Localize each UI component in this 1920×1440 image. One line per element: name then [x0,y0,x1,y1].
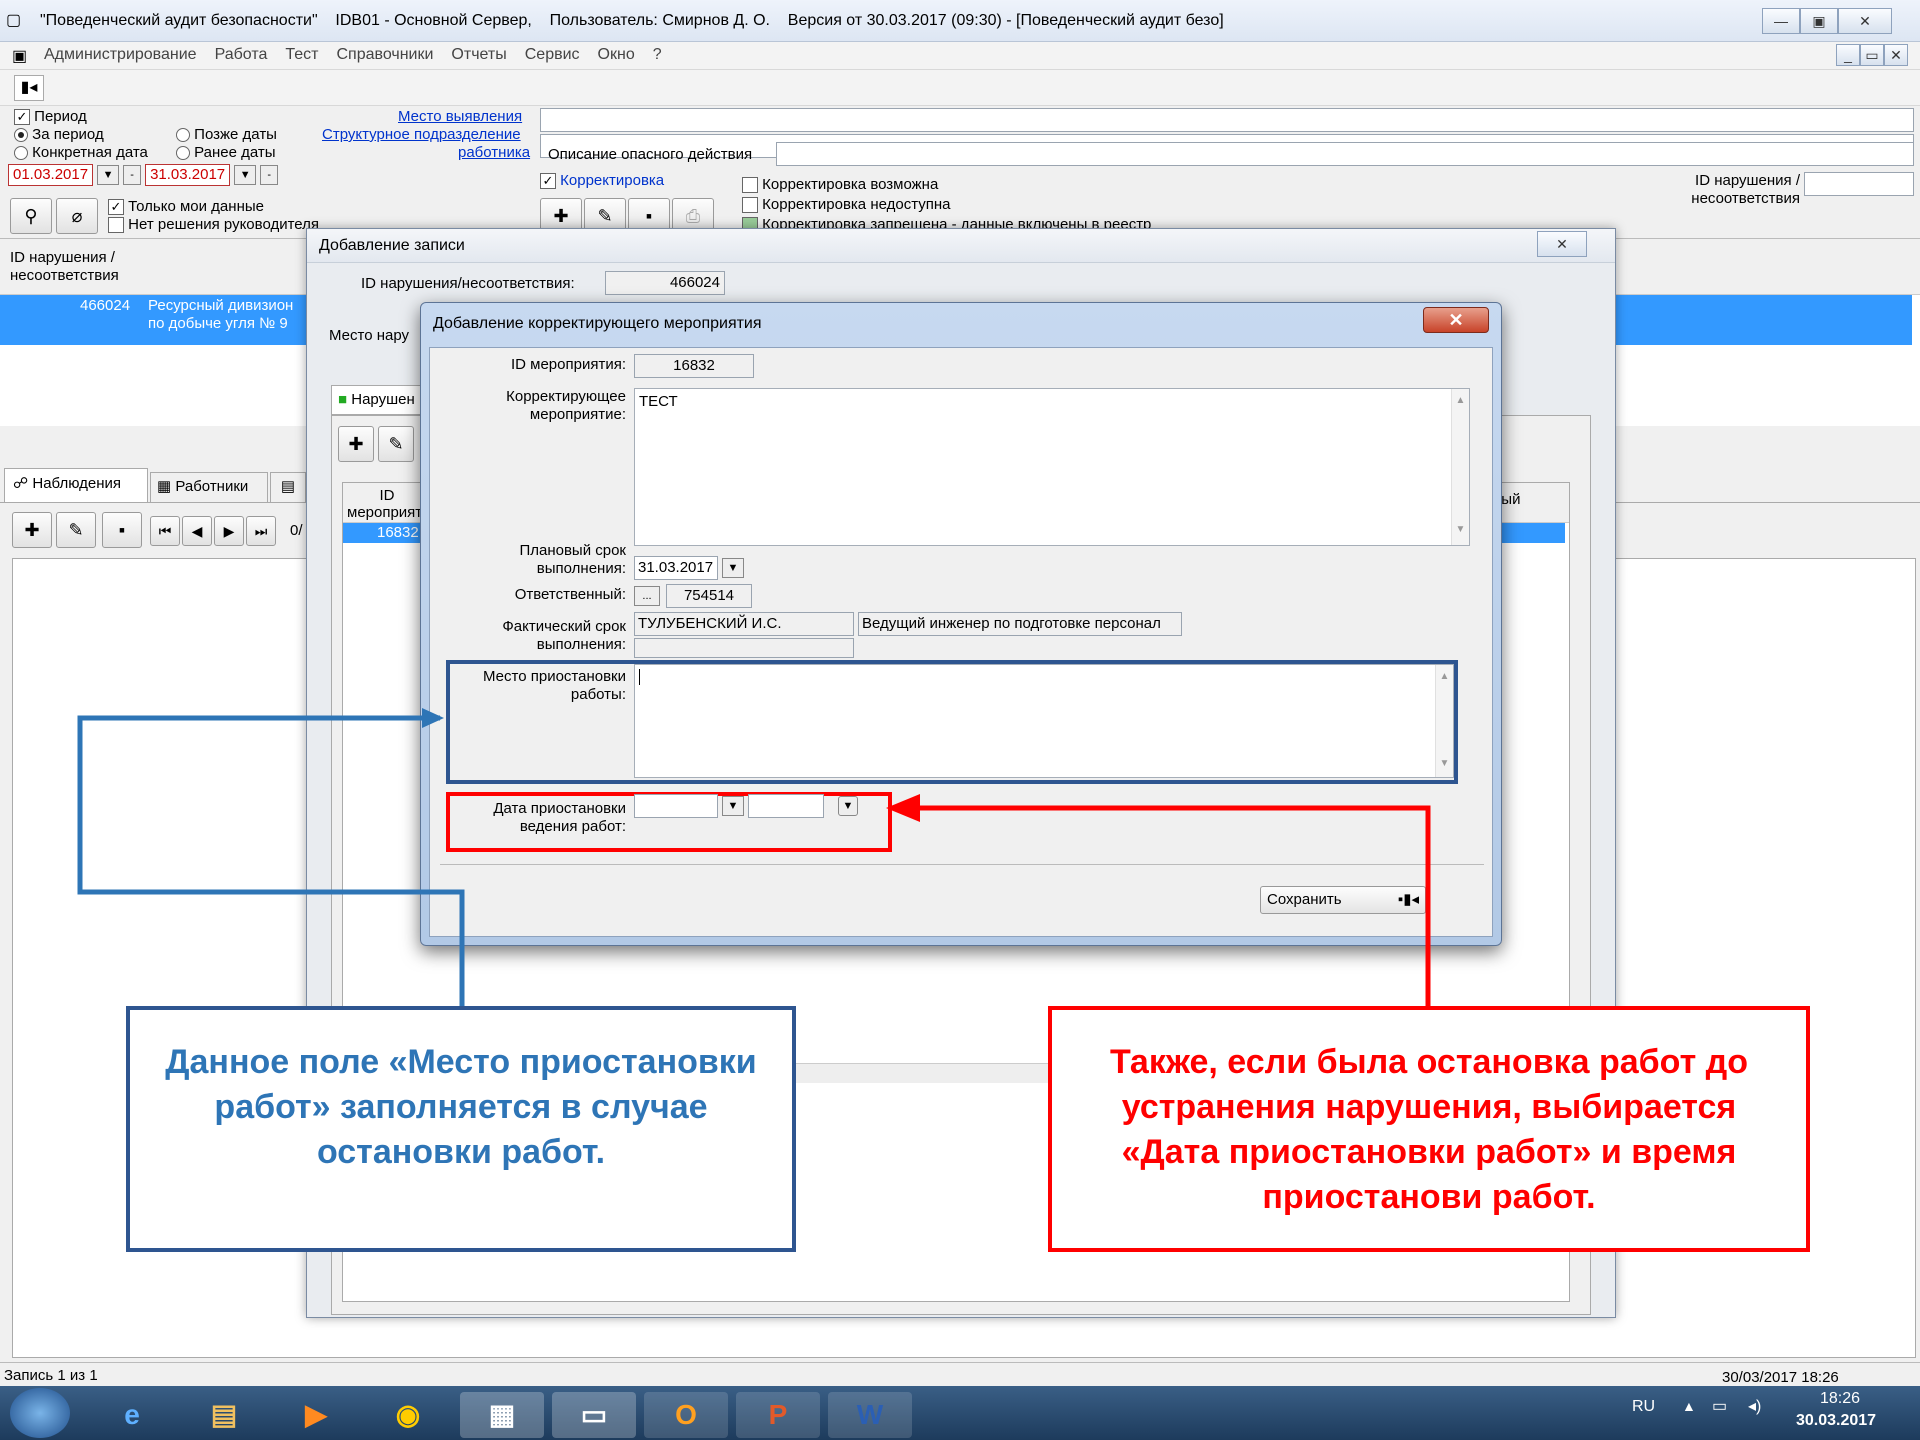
red-arrowhead [886,794,920,822]
blue-callout: Данное поле «Место приостановки работ» з… [126,1006,796,1252]
blue-arrowhead [422,708,444,728]
red-arrow-line [900,805,1431,1008]
volume-icon[interactable]: ◂) [1748,1396,1761,1416]
language-indicator[interactable]: RU [1632,1398,1655,1416]
network-icon[interactable]: ▭ [1712,1396,1727,1416]
blue-callout-text: Данное поле «Место приостановки работ» з… [165,1043,757,1171]
clock-date[interactable]: 30.03.2017 [1796,1412,1876,1430]
red-callout: Также, если была остановка работ до устр… [1048,1006,1810,1252]
tray-expand-icon[interactable]: ▲ [1682,1398,1696,1414]
outlook-icon[interactable]: O [644,1392,728,1438]
powerpoint-icon[interactable]: P [736,1392,820,1438]
red-callout-text: Также, если была остановка работ до устр… [1109,1043,1749,1216]
media-icon[interactable]: ▶ [274,1392,358,1438]
explorer-icon[interactable]: ▤ [182,1392,266,1438]
clock-time[interactable]: 18:26 [1820,1390,1860,1408]
word-icon[interactable]: W [828,1392,912,1438]
chrome-icon[interactable]: ◉ [366,1392,450,1438]
start-button[interactable] [10,1388,70,1438]
blue-arrow-line [77,715,465,1010]
ie-icon[interactable]: e [90,1392,174,1438]
app-icon-remote[interactable]: ▦ [460,1392,544,1438]
app-icon-window[interactable]: ▭ [552,1392,636,1438]
